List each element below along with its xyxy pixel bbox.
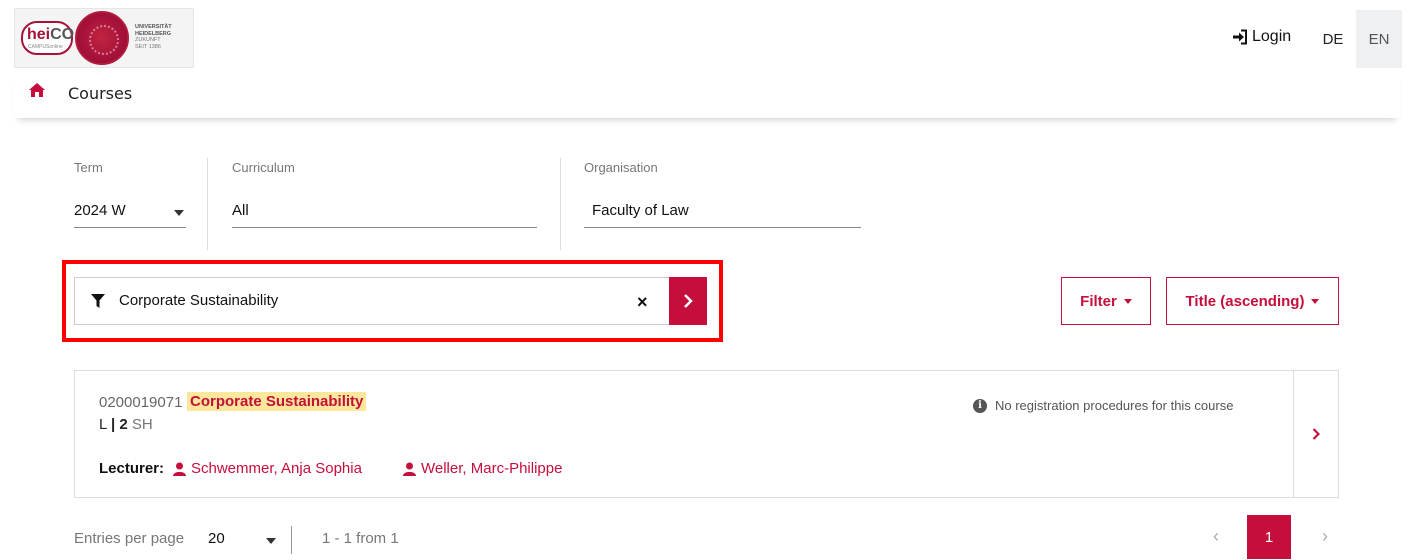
- university-line-4: SEIT 1386: [135, 43, 161, 50]
- clear-search-icon[interactable]: ×: [637, 292, 648, 313]
- course-type: L: [99, 416, 107, 433]
- entries-per-page-select[interactable]: 20: [200, 522, 292, 558]
- pagination-range: 1 - 1 from 1: [322, 530, 399, 547]
- open-course-button[interactable]: [1293, 371, 1338, 497]
- breadcrumb-courses: Courses: [68, 84, 133, 103]
- search-query: Corporate Sustainability: [119, 292, 279, 309]
- lecturer-label: Lecturer:: [99, 460, 165, 477]
- organisation-field[interactable]: Faculty of Law: [584, 196, 861, 228]
- select-divider: [291, 526, 292, 554]
- university-line-1: UNIVERSITÄT: [135, 24, 172, 30]
- lecturer-name: Weller, Marc-Philippe: [421, 460, 563, 477]
- course-hours-unit: SH: [131, 416, 153, 433]
- search-input[interactable]: Corporate Sustainability ×: [74, 277, 707, 325]
- breadcrumb: Courses: [14, 72, 1400, 118]
- heico-brand-mark: heiCO CAMPUSonline: [21, 21, 75, 55]
- course-title[interactable]: Corporate Sustainability: [187, 392, 367, 411]
- organisation-underline: [584, 227, 861, 228]
- page-button-current[interactable]: 1: [1247, 515, 1291, 559]
- user-icon: [403, 462, 416, 476]
- course-number: 0200019071: [99, 394, 183, 411]
- course-type-hours: L | 2 SH: [99, 416, 153, 433]
- top-bar: heiCO CAMPUSonline UNIVERSITÄT HEIDELBER…: [0, 0, 1414, 72]
- entries-per-page-value: 20: [208, 530, 225, 547]
- chevron-down-icon: [266, 538, 276, 544]
- term-underline: [74, 227, 186, 228]
- term-label: Term: [74, 160, 103, 175]
- term-select[interactable]: 2024 W: [74, 196, 186, 228]
- lecturer-link[interactable]: Weller, Marc-Philippe: [403, 460, 562, 477]
- heico-logo[interactable]: heiCO CAMPUSonline UNIVERSITÄT HEIDELBER…: [14, 8, 194, 68]
- caret-down-icon: [1123, 298, 1132, 304]
- sort-button-label: Title (ascending): [1185, 292, 1305, 310]
- field-divider: [560, 158, 561, 250]
- brand-hei-text: hei: [27, 26, 51, 43]
- brand-sub-text: CAMPUSonline: [28, 44, 63, 50]
- university-wordmark: UNIVERSITÄT HEIDELBERG ZUKUNFT SEIT 1386: [135, 24, 172, 50]
- entries-per-page-label: Entries per page: [74, 530, 185, 547]
- login-button[interactable]: Login: [1232, 28, 1291, 46]
- language-en[interactable]: EN: [1356, 10, 1402, 68]
- user-icon: [173, 462, 186, 476]
- home-icon[interactable]: [28, 82, 46, 98]
- sort-button[interactable]: Title (ascending): [1166, 277, 1339, 325]
- organisation-value: Faculty of Law: [592, 202, 689, 219]
- university-seal-icon: [75, 11, 129, 65]
- field-divider: [207, 158, 208, 250]
- filter-button-label: Filter: [1080, 292, 1117, 310]
- curriculum-underline: [232, 227, 537, 228]
- course-card[interactable]: 0200019071 Corporate Sustainability L | …: [74, 370, 1339, 498]
- term-value: 2024 W: [74, 202, 126, 219]
- filter-button[interactable]: Filter: [1061, 277, 1151, 325]
- organisation-label: Organisation: [584, 160, 658, 175]
- previous-page-button[interactable]: ‹: [1213, 526, 1219, 547]
- chevron-right-icon: [684, 294, 693, 308]
- lecturer-link[interactable]: Schwemmer, Anja Sophia: [173, 460, 362, 477]
- curriculum-field[interactable]: All: [232, 196, 537, 228]
- lecturer-name: Schwemmer, Anja Sophia: [191, 460, 362, 477]
- search-submit-button[interactable]: [669, 277, 707, 325]
- brand-co-text: CO: [50, 26, 75, 43]
- caret-down-icon: [1311, 298, 1320, 304]
- next-page-button[interactable]: ›: [1322, 526, 1328, 547]
- chevron-right-icon: [1312, 428, 1320, 440]
- registration-note-text: No registration procedures for this cour…: [995, 398, 1234, 413]
- info-icon: i: [973, 398, 987, 413]
- chevron-down-icon: [174, 210, 184, 216]
- login-label: Login: [1252, 28, 1292, 45]
- sign-in-icon: [1233, 29, 1247, 45]
- registration-note: i No registration procedures for this co…: [973, 398, 1233, 413]
- language-de[interactable]: DE: [1310, 10, 1356, 68]
- course-separator: |: [110, 416, 116, 433]
- curriculum-value: All: [232, 202, 249, 219]
- course-hours: 2: [119, 416, 128, 433]
- filter-icon: [91, 294, 105, 308]
- curriculum-label: Curriculum: [232, 160, 295, 175]
